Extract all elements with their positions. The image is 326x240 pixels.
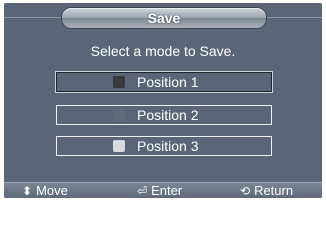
osd-dialog: Save Select a mode to Save. Position 1 P… xyxy=(4,3,322,198)
option-position-3[interactable]: Position 3 xyxy=(56,136,272,156)
color-swatch-icon xyxy=(113,76,125,88)
dialog-prompt: Select a mode to Save. xyxy=(90,43,236,59)
hint-return-label: Return xyxy=(254,183,294,198)
enter-icon: ⏎ xyxy=(137,184,148,198)
option-label: Position 3 xyxy=(137,138,199,154)
option-label: Position 1 xyxy=(137,74,199,90)
hint-move: ⬍ Move xyxy=(22,183,68,198)
color-swatch-icon xyxy=(113,140,125,152)
option-label: Position 2 xyxy=(137,107,199,123)
title-pill: Save xyxy=(61,7,267,29)
hint-return: ⟲ Return xyxy=(240,183,293,198)
up-down-arrows-icon: ⬍ xyxy=(22,184,33,198)
dialog-title: Save xyxy=(147,10,181,26)
option-position-1[interactable]: Position 1 xyxy=(55,71,273,93)
hint-move-label: Move xyxy=(36,183,68,198)
hint-enter-label: Enter xyxy=(151,183,183,198)
hint-enter: ⏎ Enter xyxy=(137,183,182,198)
footer-hints: ⬍ Move ⏎ Enter ⟲ Return xyxy=(4,182,322,198)
color-swatch-icon xyxy=(113,109,125,121)
option-position-2[interactable]: Position 2 xyxy=(56,105,272,125)
return-icon: ⟲ xyxy=(240,184,251,198)
